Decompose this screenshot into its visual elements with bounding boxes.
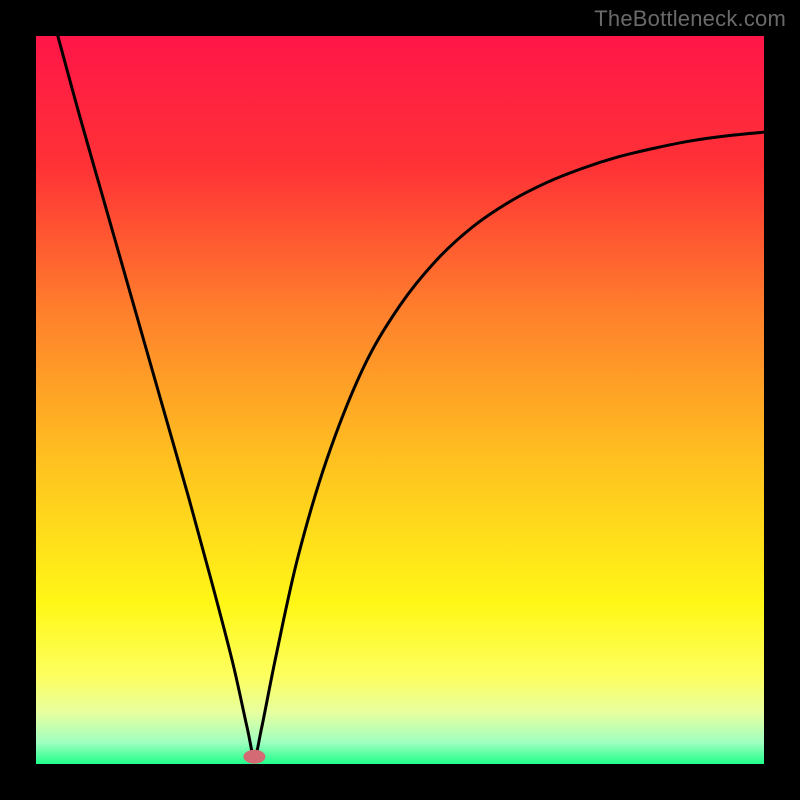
chart-frame [0,0,800,800]
chart-minimum-marker [243,750,265,764]
chart-svg [36,36,764,764]
watermark-text: TheBottleneck.com [594,6,786,32]
chart-background [36,36,764,764]
chart-plot-area [36,36,764,764]
